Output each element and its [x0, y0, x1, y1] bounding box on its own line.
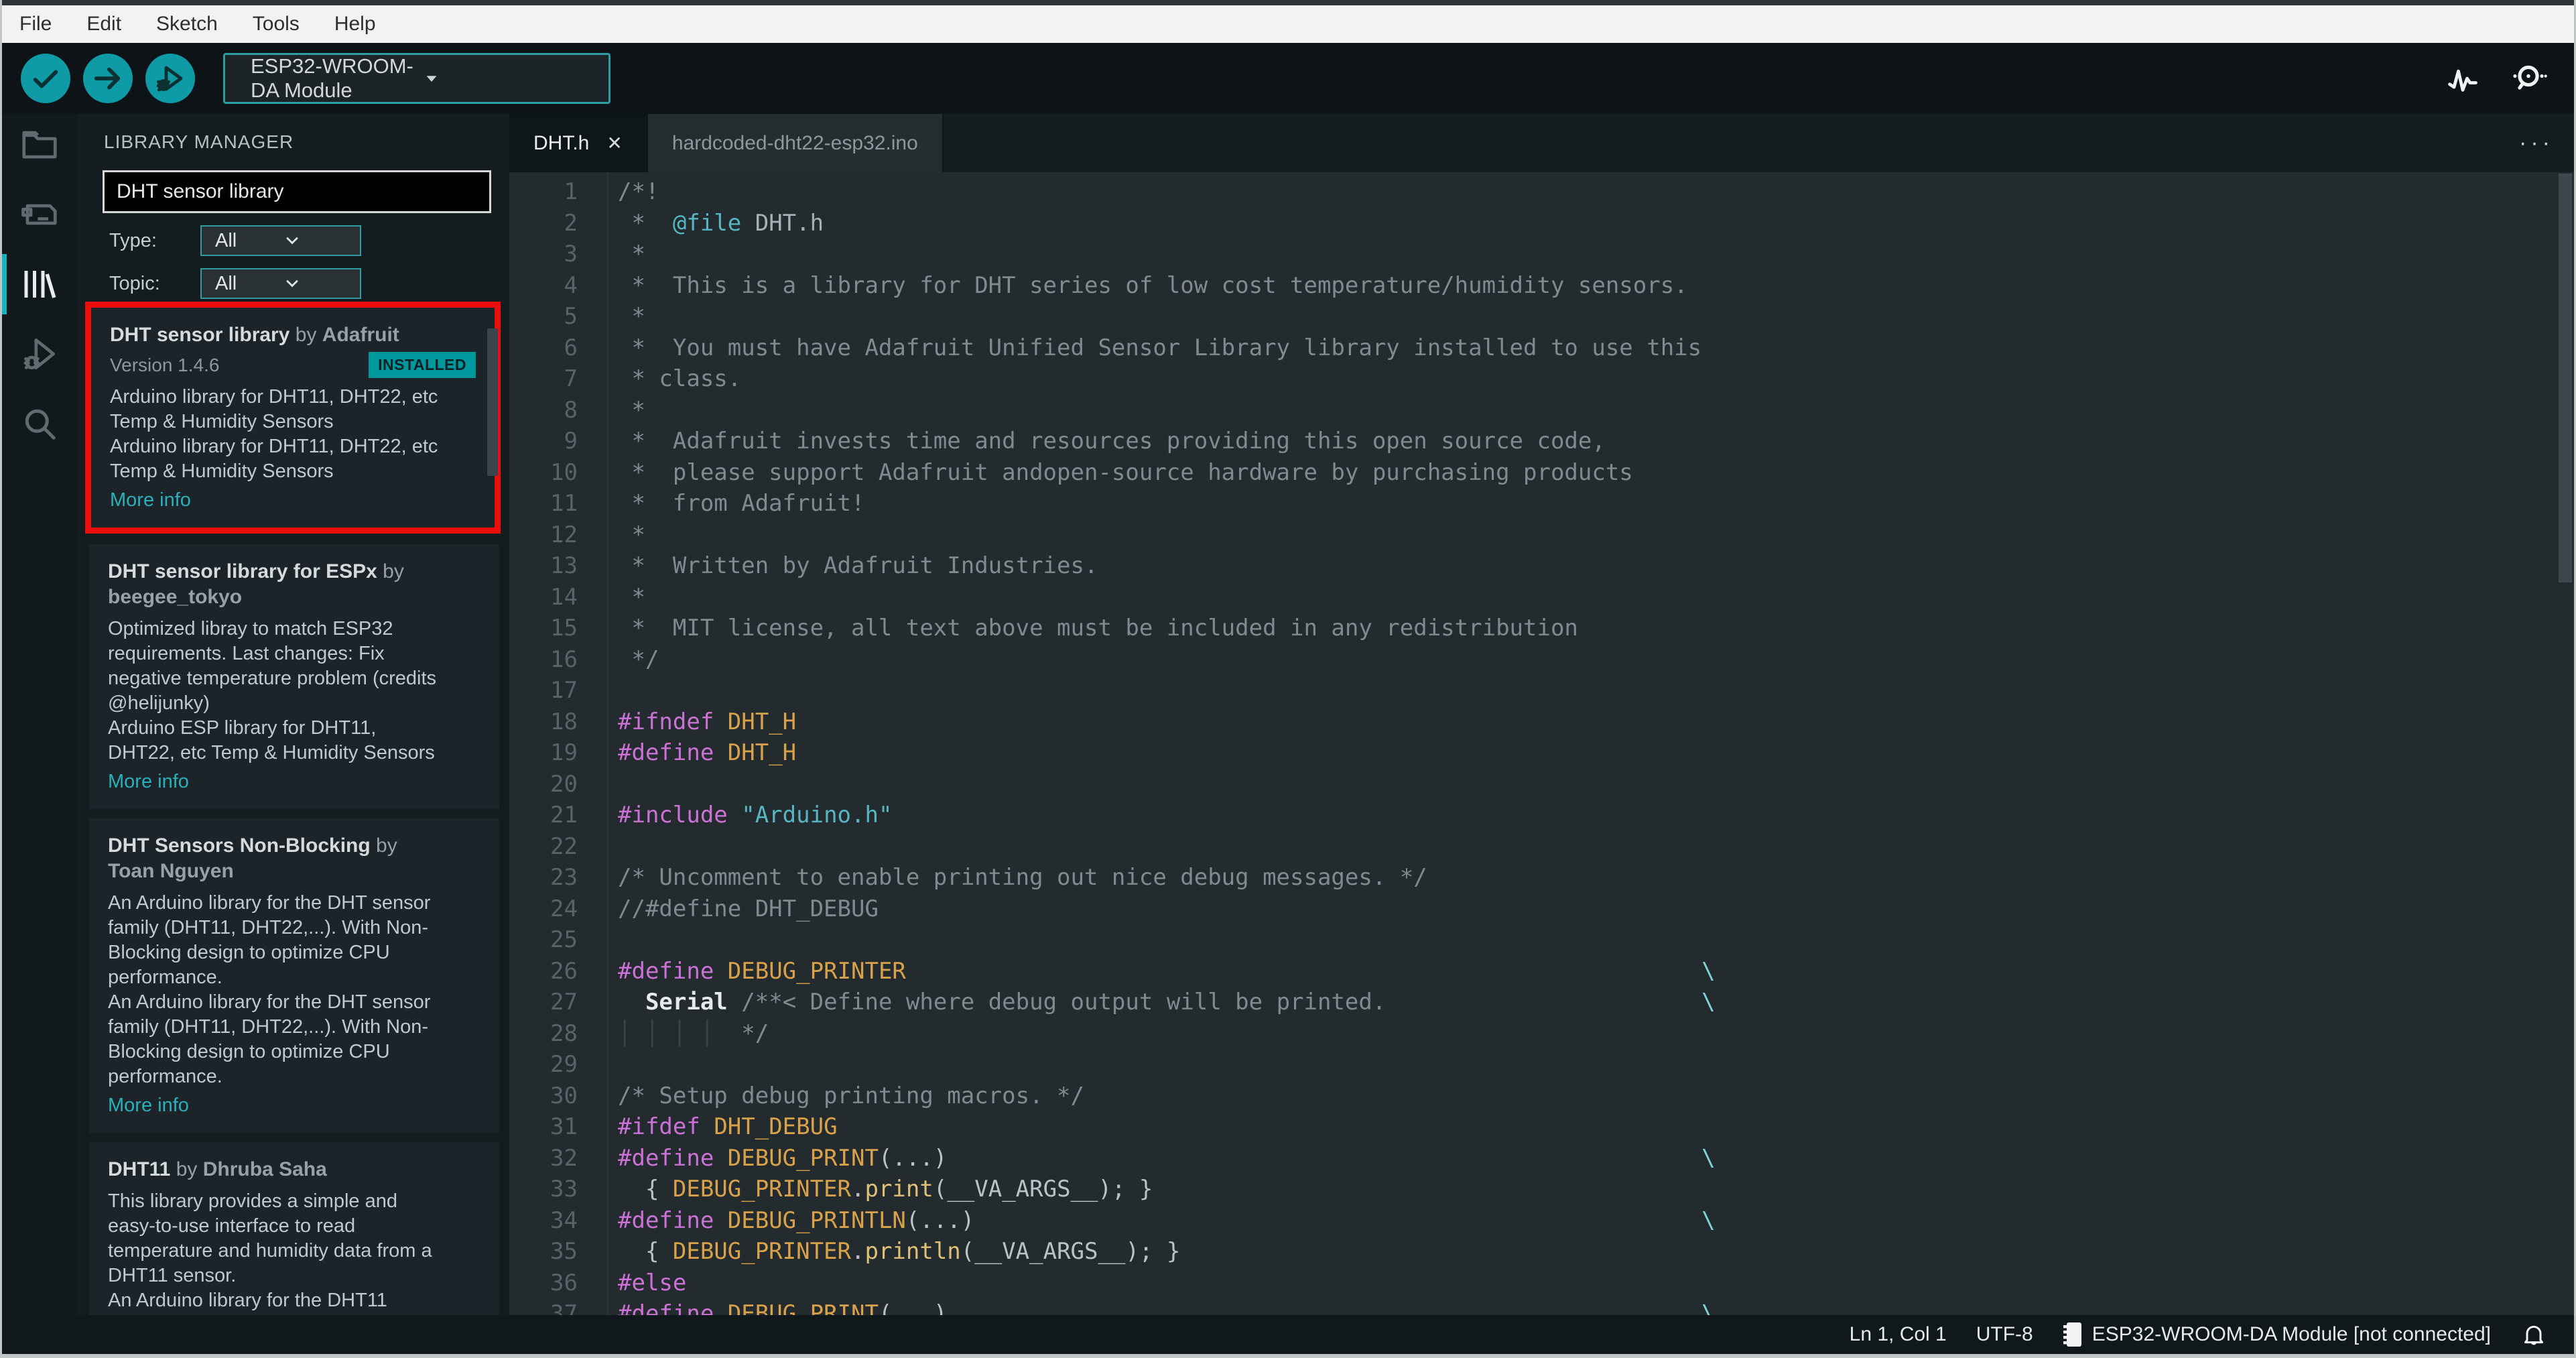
arduino-ide-window: File Edit Sketch Tools Help ESP32-WROOM-DA M…	[0, 0, 2576, 1358]
panel-title: LIBRARY MANAGER	[104, 131, 294, 152]
topic-filter-label: Topic:	[109, 272, 160, 294]
close-icon[interactable]: ✕	[606, 132, 622, 154]
more-info-link[interactable]: More info	[108, 1095, 480, 1117]
more-info-link[interactable]: More info	[108, 771, 480, 793]
library-description: Optimized libray to match ESP32 requirem…	[108, 618, 437, 763]
sidebar-item-search[interactable]	[2, 402, 77, 445]
sidebar-item-library-manager[interactable]	[2, 254, 77, 314]
status-bar: Ln 1, Col 1 UTF-8 ESP32-WROOM-DA Module …	[2, 1315, 2574, 1354]
right-arrow-icon	[92, 63, 123, 94]
cursor-position[interactable]: Ln 1, Col 1	[1850, 1323, 1947, 1346]
tab-bar: DHT.h ✕ hardcoded-dht22-esp32.ino ···	[509, 114, 2574, 172]
debug-button[interactable]	[145, 54, 195, 103]
annotation-box: DHT sensor library by Adafruit Version 1…	[85, 302, 501, 534]
menu-item-sketch[interactable]: Sketch	[156, 13, 218, 36]
chip-icon	[2063, 1321, 2083, 1348]
upload-button[interactable]	[83, 54, 133, 103]
panel-scrollbar[interactable]	[487, 328, 498, 476]
library-title: DHT Sensors Non-Blocking by Toan Nguyen	[108, 835, 397, 882]
encoding[interactable]: UTF-8	[1976, 1323, 2033, 1346]
folder-icon	[19, 124, 60, 166]
library-manager-panel: LIBRARY MANAGER Type: All Topic: All	[77, 114, 509, 1315]
bug-play-outline-icon	[19, 333, 60, 375]
installed-badge: INSTALLED	[369, 352, 476, 378]
more-info-link[interactable]: More info	[110, 489, 476, 511]
verify-button[interactable]	[21, 54, 70, 103]
library-title: DHT sensor library for ESPx by beegee_to…	[108, 560, 404, 608]
bug-play-icon	[154, 62, 186, 95]
code-editor[interactable]: 1 2 3 4 5 6 7 8 9 10 11 12 13 14 15 16 17 18 19 20 21 22 23 24 2…	[509, 172, 2574, 1315]
library-card[interactable]: DHT sensor library for ESPx by beegee_to…	[89, 544, 499, 809]
library-card[interactable]: DHT Sensors Non-Blocking by Toan Nguyen …	[89, 818, 499, 1133]
chevron-down-icon	[283, 231, 350, 250]
sidebar-item-sketchbook[interactable]	[2, 123, 77, 166]
window-top-border	[2, 0, 2574, 5]
activity-bar	[2, 114, 77, 1315]
library-list: DHT sensor library by Adafruit Version 1…	[85, 302, 501, 1315]
library-title: DHT sensor library by Adafruit	[110, 324, 399, 346]
library-title: DHT11 by Dhruba Saha	[108, 1158, 327, 1180]
menu-item-edit[interactable]: Edit	[86, 13, 121, 36]
tab-label: hardcoded-dht22-esp32.ino	[671, 131, 918, 154]
more-actions-icon[interactable]: ···	[2519, 114, 2554, 172]
code-lines[interactable]: /*! * @file DHT.h * * This is a library …	[608, 172, 2574, 1315]
serial-plotter-icon[interactable]	[2445, 61, 2480, 96]
toolbar: ESP32-WROOM-DA Module	[2, 43, 2574, 114]
menu-item-tools[interactable]: Tools	[253, 13, 300, 36]
library-card[interactable]: DHT11 by Dhruba Saha This library provid…	[89, 1142, 499, 1315]
library-card[interactable]: DHT sensor library by Adafruit Version 1…	[91, 308, 495, 528]
library-search-input[interactable]	[103, 170, 491, 213]
sidebar-item-boards-manager[interactable]	[2, 193, 77, 236]
tab-hardcoded-sketch[interactable]: hardcoded-dht22-esp32.ino	[647, 114, 944, 172]
library-version: Version 1.4.6	[110, 354, 220, 375]
search-icon	[19, 404, 60, 444]
library-description: An Arduino library for the DHT sensor fa…	[108, 892, 431, 1087]
gutter: 1 2 3 4 5 6 7 8 9 10 11 12 13 14 15 16 17 18 19 20 21 22 23 24 2…	[509, 172, 608, 1315]
board-selector[interactable]: ESP32-WROOM-DA Module	[223, 53, 610, 104]
menu-item-help[interactable]: Help	[334, 13, 376, 36]
topic-filter-select[interactable]: All	[200, 268, 361, 299]
menu-bar: File Edit Sketch Tools Help	[2, 5, 2574, 43]
menu-item-file[interactable]: File	[19, 13, 52, 36]
tab-dht-h[interactable]: DHT.h ✕	[509, 114, 648, 172]
books-icon	[19, 264, 60, 304]
type-filter-select[interactable]: All	[200, 225, 361, 256]
tab-label: DHT.h	[533, 131, 590, 154]
board-status[interactable]: ESP32-WROOM-DA Module [not connected]	[2063, 1321, 2491, 1348]
dropdown-caret-icon	[422, 68, 592, 88]
type-filter-label: Type:	[109, 229, 157, 251]
window-bottom-border	[2, 1354, 2574, 1358]
board-icon	[19, 194, 60, 235]
chevron-down-icon	[283, 274, 350, 293]
sidebar-item-debug[interactable]	[2, 332, 77, 375]
library-description: Arduino library for DHT11, DHT22, etc Te…	[110, 386, 438, 482]
library-description: This library provides a simple and easy-…	[108, 1190, 432, 1315]
editor-scrollbar[interactable]	[2559, 174, 2572, 582]
serial-monitor-icon[interactable]	[2510, 60, 2547, 97]
notifications-bell-icon[interactable]	[2520, 1321, 2547, 1348]
check-icon	[30, 63, 61, 94]
